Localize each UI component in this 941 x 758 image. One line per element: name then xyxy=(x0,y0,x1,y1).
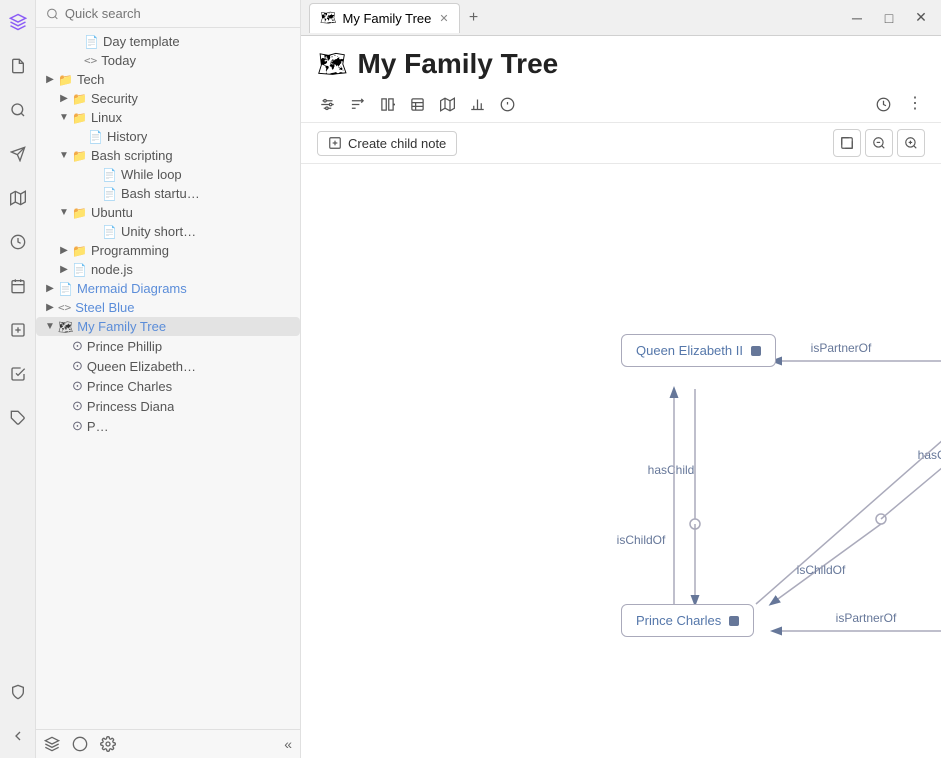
sidebar-item-extra[interactable]: ⊙ P… xyxy=(36,416,300,436)
sidebar-item-day-template[interactable]: 📄 Day template xyxy=(36,32,300,51)
svg-text:isChildOf: isChildOf xyxy=(617,533,666,547)
sidebar-item-linux[interactable]: ▼ 📁 Linux xyxy=(36,108,300,127)
close-tab-button[interactable]: ✕ xyxy=(439,12,448,25)
graph-canvas[interactable]: isPartnerOf hasChild hasChild isChildOf … xyxy=(301,164,941,758)
zoom-reset-button[interactable] xyxy=(833,129,861,157)
page-title: My Family Tree xyxy=(357,48,558,80)
chart-button[interactable] xyxy=(463,90,491,118)
history-label: History xyxy=(107,129,147,144)
sidebar-bottom: « xyxy=(36,729,300,758)
sidebar-item-nodejs[interactable]: ▶ 📄 node.js xyxy=(36,260,300,279)
sidebar-item-queen-elizabeth[interactable]: ⊙ Queen Elizabeth… xyxy=(36,356,300,376)
maximize-button[interactable]: □ xyxy=(877,6,901,30)
node-prince-charles-label: Prince Charles xyxy=(636,613,721,628)
zoom-controls xyxy=(833,129,925,157)
node-handle-queen-elizabeth[interactable] xyxy=(751,346,761,356)
sidebar-item-princess-diana-tree[interactable]: ⊙ Princess Diana xyxy=(36,396,300,416)
sidebar-item-while-loop[interactable]: 📄 While loop xyxy=(36,165,300,184)
map-button[interactable] xyxy=(433,90,461,118)
svg-text:isPartnerOf: isPartnerOf xyxy=(811,341,872,355)
sidebar-item-my-family-tree[interactable]: ▼ 🗺 My Family Tree xyxy=(36,317,300,336)
main-area: 🗺 My Family Tree ✕ + ─ □ ✕ 🗺 My Family T… xyxy=(301,0,941,758)
logo-icon[interactable] xyxy=(4,8,32,36)
map-icon[interactable] xyxy=(4,184,32,212)
page-icon: 🗺 xyxy=(317,50,347,79)
sidebar-tree: 📄 Day template <> Today ▶ 📁 Tech ▶ 📁 Sec… xyxy=(36,28,300,729)
info-button[interactable] xyxy=(493,90,521,118)
sidebar-item-bash-scripting[interactable]: ▼ 📁 Bash scripting xyxy=(36,146,300,165)
search-icon[interactable] xyxy=(4,96,32,124)
shield-icon[interactable] xyxy=(4,678,32,706)
add-tab-button[interactable]: + xyxy=(462,6,486,30)
chevron-left-icon[interactable] xyxy=(4,722,32,750)
svg-text:hasChild: hasChild xyxy=(648,463,695,477)
window-controls: ─ □ ✕ xyxy=(845,6,933,30)
layers-icon[interactable] xyxy=(44,736,60,752)
sidebar-item-mermaid[interactable]: ▶ 📄 Mermaid Diagrams xyxy=(36,279,300,298)
security-label: Security xyxy=(91,91,138,106)
sidebar-item-prince-charles-tree[interactable]: ⊙ Prince Charles xyxy=(36,376,300,396)
tab-label: My Family Tree xyxy=(343,11,432,26)
node-prince-charles[interactable]: Prince Charles xyxy=(621,604,754,637)
more-options-button[interactable]: ⋮ xyxy=(901,90,929,118)
sidebar-item-security[interactable]: ▶ 📁 Security xyxy=(36,89,300,108)
svg-text:isPartnerOf: isPartnerOf xyxy=(836,611,897,625)
sort-button[interactable] xyxy=(343,90,371,118)
minimize-button[interactable]: ─ xyxy=(845,6,869,30)
search-icon xyxy=(46,7,59,21)
node-handle-prince-charles[interactable] xyxy=(729,616,739,626)
file-icon[interactable] xyxy=(4,52,32,80)
plus-square-icon[interactable] xyxy=(4,316,32,344)
svg-text:isChildOf: isChildOf xyxy=(797,563,846,577)
toolbar-right: ⋮ xyxy=(869,90,929,118)
close-window-button[interactable]: ✕ xyxy=(909,6,933,30)
sidebar-bottom-icons xyxy=(44,736,116,752)
sidebar-item-tech[interactable]: ▶ 📁 Tech xyxy=(36,70,300,89)
filter-button[interactable] xyxy=(313,90,341,118)
collapse-sidebar-button[interactable]: « xyxy=(284,736,292,752)
sidebar-item-bash-startup[interactable]: 📄 Bash startu… xyxy=(36,184,300,203)
tab-bar: 🗺 My Family Tree ✕ + ─ □ ✕ xyxy=(301,0,941,36)
graph-svg: isPartnerOf hasChild hasChild isChildOf … xyxy=(301,164,941,758)
search-bar[interactable] xyxy=(36,0,300,28)
node-queen-elizabeth[interactable]: Queen Elizabeth II xyxy=(621,334,776,367)
puzzle-icon[interactable] xyxy=(4,404,32,432)
sidebar-item-prince-phillip[interactable]: ⊙ Prince Phillip xyxy=(36,336,300,356)
add-column-button[interactable] xyxy=(373,90,401,118)
sidebar-item-programming[interactable]: ▶ 📁 Programming xyxy=(36,241,300,260)
send-icon[interactable] xyxy=(4,140,32,168)
calendar-icon[interactable] xyxy=(4,272,32,300)
sidebar-item-steel-blue[interactable]: ▶ <> Steel Blue xyxy=(36,298,300,317)
create-child-note-button[interactable]: Create child note xyxy=(317,131,457,156)
zoom-out-button[interactable] xyxy=(865,129,893,157)
table-button[interactable] xyxy=(403,90,431,118)
clock-icon[interactable] xyxy=(4,228,32,256)
sidebar-item-unity-shortcuts[interactable]: 📄 Unity short… xyxy=(36,222,300,241)
toolbar: ⋮ xyxy=(301,86,941,123)
left-icon-bar xyxy=(0,0,36,758)
create-child-note-label: Create child note xyxy=(348,136,446,151)
circle-icon[interactable] xyxy=(72,736,88,752)
settings-icon[interactable] xyxy=(100,736,116,752)
tab-my-family-tree[interactable]: 🗺 My Family Tree ✕ xyxy=(309,3,460,33)
search-input[interactable] xyxy=(65,6,290,21)
action-bar: Create child note xyxy=(301,123,941,164)
sidebar-item-today[interactable]: <> Today xyxy=(36,51,300,70)
checkbox-icon[interactable] xyxy=(4,360,32,388)
sidebar-item-history[interactable]: 📄 History xyxy=(36,127,300,146)
history-button[interactable] xyxy=(869,90,897,118)
page-title-area: 🗺 My Family Tree xyxy=(301,36,941,86)
bash-scripting-label: Bash scripting xyxy=(91,148,173,163)
sidebar-item-ubuntu[interactable]: ▼ 📁 Ubuntu xyxy=(36,203,300,222)
sidebar: 📄 Day template <> Today ▶ 📁 Tech ▶ 📁 Sec… xyxy=(36,0,301,758)
zoom-in-button[interactable] xyxy=(897,129,925,157)
node-queen-elizabeth-label: Queen Elizabeth II xyxy=(636,343,743,358)
